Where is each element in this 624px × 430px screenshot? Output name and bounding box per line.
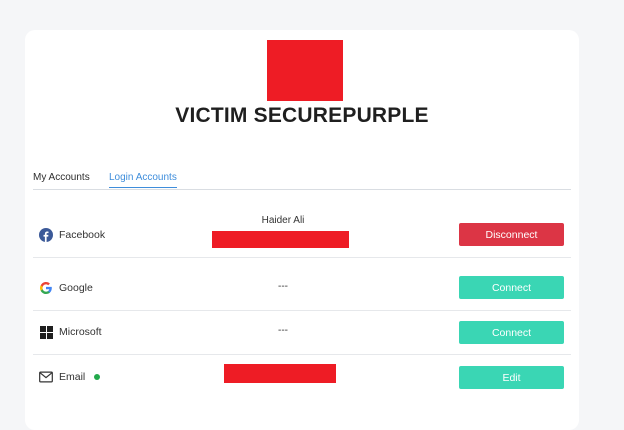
provider-email: Email [39,370,101,384]
provider-label: Email [59,371,86,383]
provider-label: Microsoft [59,326,102,338]
provider-label: Facebook [59,229,106,241]
avatar-redacted [267,40,343,101]
account-row-google: Google --- Connect [33,266,571,311]
redacted-email [212,231,349,248]
tab-login-accounts[interactable]: Login Accounts [109,172,177,188]
connect-google-button[interactable]: Connect [459,276,564,299]
account-row-email: Email Edit [33,355,571,399]
edit-email-button[interactable]: Edit [459,366,564,389]
verified-status-dot [94,374,101,380]
account-detail: --- [278,281,288,292]
page-title: VICTIM SECUREPURPLE [175,104,429,127]
provider-microsoft: Microsoft [39,325,102,339]
redacted-email [224,364,336,383]
account-detail: --- [278,325,288,336]
facebook-icon [39,228,53,242]
account-card: VICTIM SECUREPURPLE My Accounts Login Ac… [25,30,579,430]
account-row-facebook: Facebook Haider Ali Disconnect [33,213,571,258]
account-row-microsoft: Microsoft --- Connect [33,310,571,355]
provider-google: Google [39,281,93,295]
provider-facebook: Facebook [39,228,105,242]
tab-bar: My Accounts Login Accounts [33,170,571,190]
disconnect-button[interactable]: Disconnect [459,223,564,246]
connect-microsoft-button[interactable]: Connect [459,321,564,344]
envelope-icon [39,370,53,384]
microsoft-icon [39,325,53,339]
tab-my-accounts[interactable]: My Accounts [33,172,90,187]
account-name: Haider Ali [261,215,305,226]
google-icon [39,281,53,295]
provider-label: Google [59,282,93,294]
